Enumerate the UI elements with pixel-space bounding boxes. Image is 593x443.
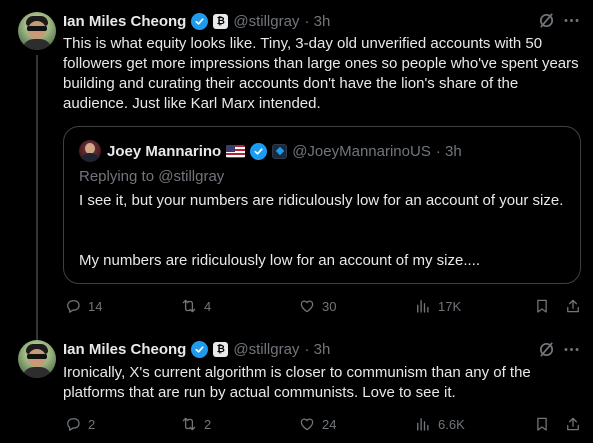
reply-icon [67,300,80,313]
bookmark-button[interactable] [533,297,551,315]
avatar[interactable] [18,340,56,378]
heart-icon [300,418,314,431]
tweet-header: Ian Miles Cheong ₿ @stillgray · 3h [63,11,330,31]
thread-connector-line [36,55,38,343]
us-flag-icon [226,144,246,158]
quote-author-handle[interactable]: @JoeyMannarinoUS [292,143,431,160]
grok-icon[interactable] [537,340,556,359]
tweet-text: Ironically, X's current algorithm is clo… [63,364,531,401]
bookmark-icon [537,417,547,431]
like-button[interactable]: 30 [298,297,336,315]
quote-affiliate-badge-icon[interactable] [272,143,288,159]
author-handle[interactable]: @stillgray [233,341,299,358]
tweet-header: Ian Miles Cheong ₿ @stillgray · 3h [63,339,330,359]
verified-badge-icon[interactable] [191,12,209,30]
reply-count: 14 [88,298,103,314]
views-button[interactable]: 6.6K [414,415,465,433]
verified-badge-icon[interactable] [191,340,209,358]
quote-avatar[interactable] [79,140,101,162]
view-count: 17K [438,298,462,314]
avatar[interactable] [18,12,56,50]
quote-verified-badge-icon[interactable] [250,142,268,160]
affiliate-badge-icon[interactable]: ₿ [213,341,229,357]
quote-author-name[interactable]: Joey Mannarino [107,143,221,160]
retweet-count: 2 [204,416,212,432]
share-icon [567,299,579,313]
retweet-icon [182,417,196,431]
replying-to-text: Replying to @stillgray [79,168,225,185]
like-count: 30 [322,298,337,314]
views-chart-icon [417,418,429,431]
heart-icon [300,300,314,313]
affiliate-badge-icon[interactable]: ₿ [213,13,229,29]
reply-icon [67,418,80,431]
view-count: 6.6K [438,416,465,432]
more-options-icon[interactable] [563,12,580,29]
grok-icon[interactable] [537,11,556,30]
views-chart-icon [417,300,429,313]
quote-text-line-1: I see it, but your numbers are ridiculou… [79,192,564,209]
views-button[interactable]: 17K [414,297,461,315]
tweet-time[interactable]: · 3h [304,341,330,358]
retweet-count: 4 [204,298,212,314]
retweet-icon [182,299,196,313]
share-icon [567,417,579,431]
author-name[interactable]: Ian Miles Cheong [63,341,186,358]
like-button[interactable]: 24 [298,415,336,433]
bookmark-button[interactable] [533,415,551,433]
bookmark-icon [537,299,547,313]
like-count: 24 [322,416,337,432]
more-options-icon[interactable] [563,341,580,358]
reply-button[interactable]: 2 [64,415,95,433]
retweet-button[interactable]: 2 [180,415,211,433]
quote-time[interactable]: · 3h [436,143,462,160]
reply-count: 2 [88,416,96,432]
share-button[interactable] [564,297,582,315]
share-button[interactable] [564,415,582,433]
author-name[interactable]: Ian Miles Cheong [63,13,186,30]
author-handle[interactable]: @stillgray [233,13,299,30]
retweet-button[interactable]: 4 [180,297,211,315]
quote-text-line-2: My numbers are ridiculously low for an a… [79,252,480,269]
tweet-text: This is what equity looks like. Tiny, 3-… [63,35,579,112]
quote-header: Joey Mannarino @JoeyMannarinoUS · 3h [107,141,462,161]
tweet-time[interactable]: · 3h [304,13,330,30]
reply-button[interactable]: 14 [64,297,102,315]
